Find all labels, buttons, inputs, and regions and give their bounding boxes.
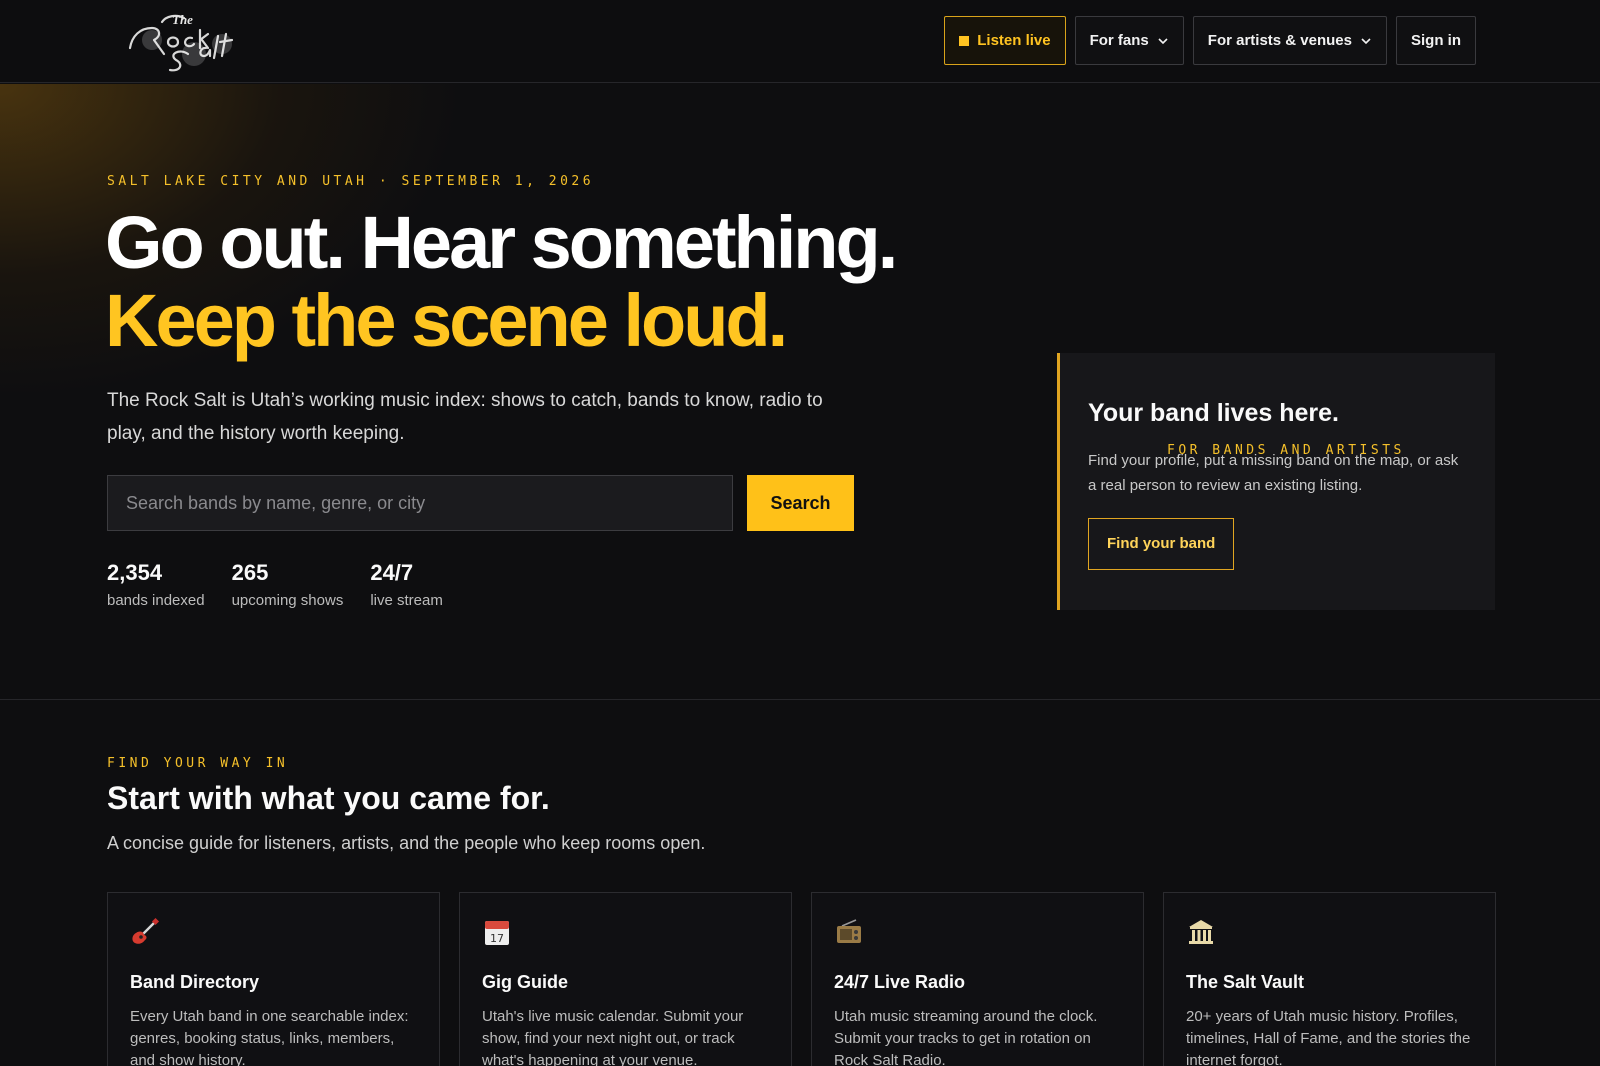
stat-value: 24/7 <box>370 560 414 585</box>
card-text: 20+ years of Utah music history. Profile… <box>1186 1008 1471 1066</box>
listen-live-button[interactable]: Listen live <box>944 16 1066 65</box>
find-your-band-button[interactable]: Find your band <box>1088 518 1235 570</box>
sign-in-button[interactable]: Sign in <box>1396 16 1476 65</box>
stat-label: upcoming shows <box>231 592 344 609</box>
svg-text:The: The <box>172 12 193 27</box>
hero-stats: 2,354 bands indexed 265 upcoming shows 2… <box>107 560 443 609</box>
sign-in-label: Sign in <box>1411 32 1461 49</box>
calendar-icon: 17 <box>485 921 509 945</box>
feature-cards: Band Directory Every Utah band in one se… <box>107 892 1496 1066</box>
band-search-input[interactable] <box>107 475 733 531</box>
card-gig-guide[interactable]: 17 Gig Guide Utah's live music calendar.… <box>459 892 792 1066</box>
card-title: Band Directory <box>130 972 260 992</box>
card-live-radio[interactable]: 24/7 Live Radio Utah music streaming aro… <box>811 892 1144 1066</box>
stat-value: 265 <box>231 560 269 585</box>
card-title: Gig Guide <box>482 972 569 992</box>
section-subtitle: A concise guide for listeners, artists, … <box>107 833 706 853</box>
hero-headline: Go out. Hear something. Keep the scene l… <box>105 201 898 362</box>
svg-text:17: 17 <box>490 932 504 945</box>
for-fans-dropdown[interactable]: For fans <box>1074 16 1184 65</box>
card-salt-vault[interactable]: The Salt Vault 20+ years of Utah music h… <box>1163 892 1496 1066</box>
section-title: Start with what you came for. <box>107 780 550 816</box>
live-indicator-icon <box>959 35 970 46</box>
guitar-icon <box>132 917 160 944</box>
stat-label: bands indexed <box>107 592 205 609</box>
stat-value: 2,354 <box>107 560 163 585</box>
hero-section: SALT LAKE CITY AND UTAH · SEPTEMBER 1, 2… <box>0 84 1600 700</box>
for-artists-label: For artists & venues <box>1207 32 1352 49</box>
headline-line-1: Go out. Hear something. <box>105 201 898 284</box>
top-nav: The Listen live For fans For artists & v… <box>0 0 1600 83</box>
chevron-down-icon <box>1158 37 1168 44</box>
stat-bands: 2,354 bands indexed <box>107 560 205 609</box>
card-text: Utah's live music calendar. Submit your … <box>482 1008 744 1066</box>
stat-label: live stream <box>370 592 443 609</box>
museum-icon <box>1189 920 1213 944</box>
rock-salt-logo[interactable]: The <box>122 8 252 74</box>
radio-icon <box>837 919 861 943</box>
hero-eyebrow: SALT LAKE CITY AND UTAH · SEPTEMBER 1, 2… <box>107 174 595 189</box>
band-card-eyebrow: FOR BANDS AND ARTISTS <box>1167 443 1405 458</box>
band-callout-card: FOR BANDS AND ARTISTS Your band lives he… <box>1057 353 1495 610</box>
stat-stream: 24/7 live stream <box>370 560 443 609</box>
card-title: 24/7 Live Radio <box>834 972 966 992</box>
chevron-down-icon <box>1361 37 1371 44</box>
card-title: The Salt Vault <box>1186 972 1305 992</box>
listen-live-label: Listen live <box>977 32 1051 49</box>
band-card-title: Your band lives here. <box>1088 399 1340 427</box>
card-text: Every Utah band in one searchable index:… <box>130 1008 409 1066</box>
card-band-directory[interactable]: Band Directory Every Utah band in one se… <box>107 892 440 1066</box>
for-fans-label: For fans <box>1089 32 1149 49</box>
card-text: Utah music streaming around the clock. S… <box>834 1008 1098 1066</box>
headline-line-2: Keep the scene loud. <box>105 279 788 362</box>
hero-description: The Rock Salt is Utah’s working music in… <box>107 390 823 444</box>
search-button[interactable]: Search <box>747 475 854 531</box>
for-artists-dropdown[interactable]: For artists & venues <box>1192 16 1387 65</box>
stat-shows: 265 upcoming shows <box>232 560 344 609</box>
section-eyebrow: FIND YOUR WAY IN <box>107 756 289 771</box>
band-search-form: Search <box>107 475 854 531</box>
